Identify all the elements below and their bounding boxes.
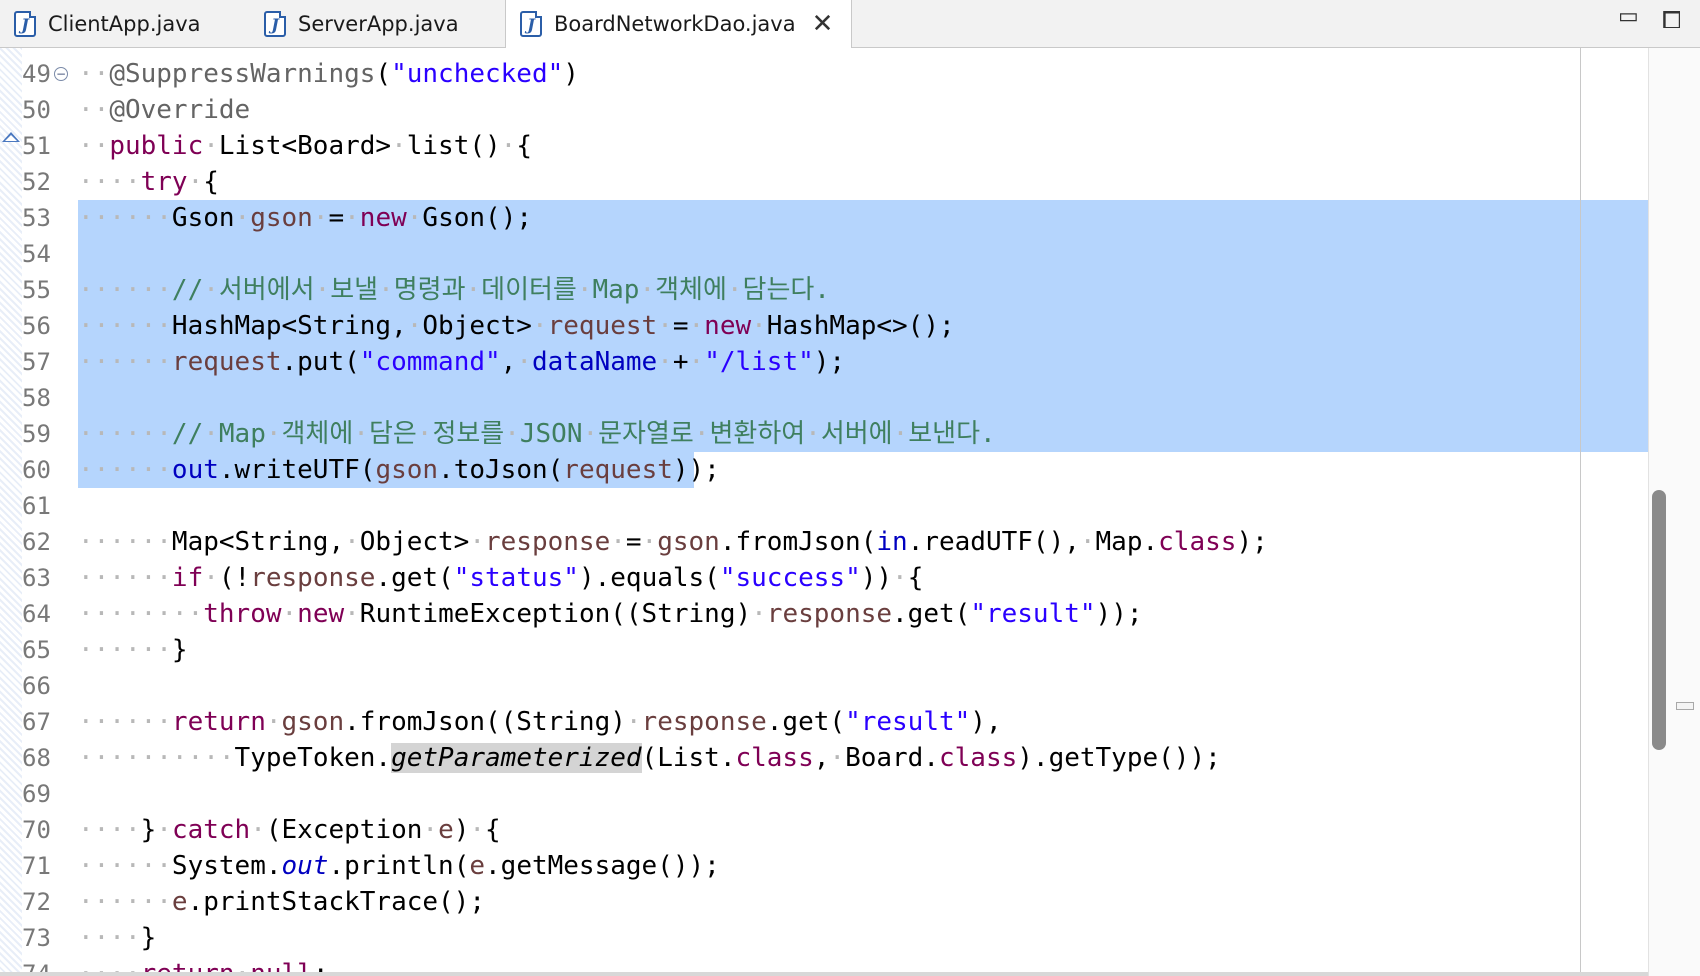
- code-line: ········throw·new·RuntimeException((Stri…: [78, 599, 1143, 629]
- horizontal-scrollbar[interactable]: [0, 972, 1648, 976]
- java-file-icon: J: [520, 11, 542, 37]
- code-tokens: System.out.println(e.getMessage());: [171, 851, 720, 881]
- line-number: 63: [22, 564, 51, 592]
- code-tokens: }·catch·(Exception·e)·{: [140, 815, 501, 845]
- code-line: ······Gson·gson·=·new·Gson();: [78, 203, 532, 233]
- scrollbar-thumb[interactable]: [1652, 490, 1666, 750]
- java-file-icon: J: [14, 11, 36, 37]
- line-number: 54: [22, 240, 51, 268]
- code-editor[interactable]: 49 − 50 51 52 53 54 55 56 57 58 59 60 61…: [0, 48, 1700, 976]
- override-indicator-icon[interactable]: [2, 132, 20, 142]
- line-number: 58: [22, 384, 51, 412]
- vertical-ruler: [0, 48, 23, 976]
- tab-label: BoardNetworkDao.java: [554, 12, 796, 36]
- line-number: 59: [22, 420, 51, 448]
- code-line: ··@Override: [78, 95, 251, 125]
- code-tokens: }: [171, 635, 188, 665]
- code-tokens: request.put("command",·dataName·+·"/list…: [171, 347, 846, 377]
- code-line: ······return·gson.fromJson((String)·resp…: [78, 707, 1002, 737]
- code-line: ······out.writeUTF(gson.toJson(request))…: [78, 455, 720, 485]
- tab-boardnetworkdao[interactable]: J BoardNetworkDao.java ✕: [505, 0, 853, 48]
- code-line: ····}·catch·(Exception·e)·{: [78, 815, 501, 845]
- line-number: 67: [22, 708, 51, 736]
- code-tokens: e.printStackTrace();: [171, 887, 485, 917]
- code-line: ······}: [78, 635, 188, 665]
- line-number: 51: [22, 132, 51, 160]
- line-number: 70: [22, 816, 51, 844]
- code-area[interactable]: ··@SuppressWarnings("unchecked") ··@Over…: [78, 48, 1648, 976]
- code-tokens: @Override: [109, 95, 251, 125]
- code-line: ······if·(!response.get("status").equals…: [78, 563, 924, 593]
- fold-collapse-icon[interactable]: −: [54, 67, 68, 81]
- line-number: 62: [22, 528, 51, 556]
- code-tokens: if·(!response.get("status").equals("succ…: [171, 563, 924, 593]
- tab-clientapp[interactable]: J ClientApp.java: [14, 0, 201, 48]
- code-tokens: return·gson.fromJson((String)·response.g…: [171, 707, 1002, 737]
- code-tokens: @SuppressWarnings("unchecked"): [109, 59, 579, 89]
- code-tokens: Gson·gson·=·new·Gson();: [171, 203, 532, 233]
- line-number: 52: [22, 168, 51, 196]
- code-line: ······System.out.println(e.getMessage())…: [78, 851, 720, 881]
- java-file-icon: J: [264, 11, 286, 37]
- code-line: ··········TypeToken.getParameterized(Lis…: [78, 743, 1221, 773]
- code-tokens: //·Map·객체에·담은·정보를·JSON·문자열로·변환하여·서버에·보낸다…: [171, 419, 996, 449]
- line-number: 66: [22, 672, 51, 700]
- close-tab-icon[interactable]: ✕: [812, 11, 834, 37]
- line-number: 56: [22, 312, 51, 340]
- line-number: 73: [22, 924, 51, 952]
- line-number: 53: [22, 204, 51, 232]
- code-line: ····}: [78, 923, 157, 953]
- line-number: 50: [22, 96, 51, 124]
- code-line: ······//·서버에서·보낼·명령과·데이터를·Map·객체에·담는다.: [78, 275, 830, 305]
- code-line: ······e.printStackTrace();: [78, 887, 485, 917]
- maximize-icon[interactable]: ⧠: [1662, 6, 1681, 34]
- code-line: ······request.put("command",·dataName·+·…: [78, 347, 846, 377]
- line-number-gutter: 49 − 50 51 52 53 54 55 56 57 58 59 60 61…: [22, 48, 78, 976]
- code-tokens: out.writeUTF(gson.toJson(request));: [171, 455, 720, 485]
- line-number: 65: [22, 636, 51, 664]
- code-tokens: Map<String,·Object>·response·=·gson.from…: [171, 527, 1268, 557]
- overview-ruler-mark[interactable]: [1676, 702, 1694, 710]
- line-number: 57: [22, 348, 51, 376]
- line-number: 60: [22, 456, 51, 484]
- code-tokens: TypeToken.getParameterized(List.class,·B…: [234, 743, 1221, 773]
- line-number: 68: [22, 744, 51, 772]
- tab-label: ServerApp.java: [298, 12, 459, 36]
- line-number: 69: [22, 780, 51, 808]
- line-number: 71: [22, 852, 51, 880]
- minimize-icon[interactable]: ▭: [1618, 4, 1639, 29]
- code-line: ······HashMap<String,·Object>·request·=·…: [78, 311, 955, 341]
- tab-serverapp[interactable]: J ServerApp.java: [264, 0, 459, 48]
- code-line: ····try·{: [78, 167, 219, 197]
- line-number: 55: [22, 276, 51, 304]
- code-tokens: HashMap<String,·Object>·request·=·new·Ha…: [171, 311, 955, 341]
- code-tokens: throw·new·RuntimeException((String)·resp…: [203, 599, 1143, 629]
- tab-label: ClientApp.java: [48, 12, 201, 36]
- code-line: ··public·List<Board>·list()·{: [78, 131, 532, 161]
- code-line: ······Map<String,·Object>·response·=·gso…: [78, 527, 1268, 557]
- code-line: ··@SuppressWarnings("unchecked"): [78, 59, 579, 89]
- line-number: 64: [22, 600, 51, 628]
- line-number: 72: [22, 888, 51, 916]
- code-line: ······//·Map·객체에·담은·정보를·JSON·문자열로·변환하여·서…: [78, 419, 996, 449]
- code-tokens: try·{: [140, 167, 219, 197]
- code-tokens: public·List<Board>·list()·{: [109, 131, 532, 161]
- code-tokens: //·서버에서·보낼·명령과·데이터를·Map·객체에·담는다.: [171, 275, 830, 305]
- line-number: 61: [22, 492, 51, 520]
- code-tokens: }: [140, 923, 157, 953]
- print-margin: [1580, 48, 1581, 976]
- editor-tab-bar: J ClientApp.java J ServerApp.java J Boar…: [0, 0, 1700, 48]
